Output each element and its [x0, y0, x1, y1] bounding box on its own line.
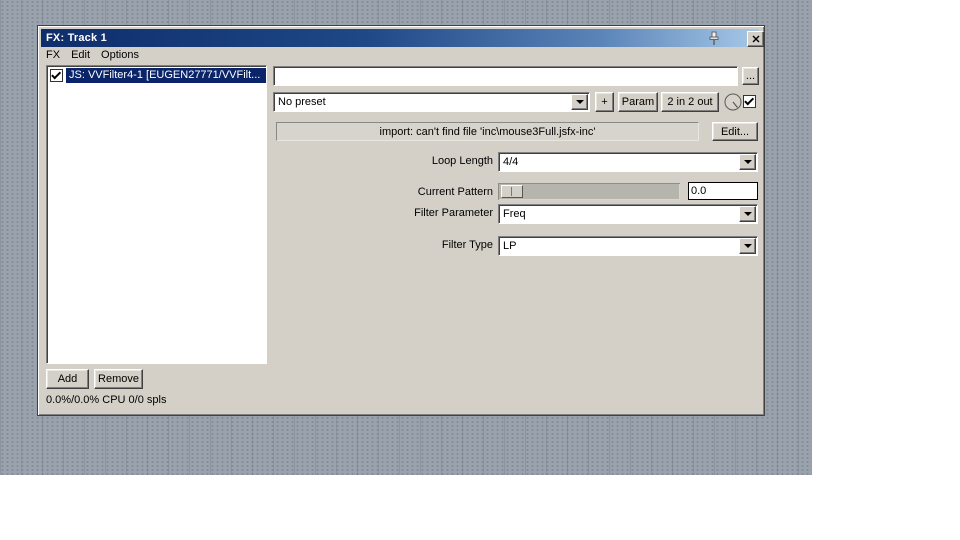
chevron-down-icon [575, 100, 584, 104]
import-error-field: import: can't find file 'inc\mouse3Full.… [276, 122, 699, 141]
fx-chain-window: FX: Track 1 FX Edit Options JS: VVFilter… [37, 25, 765, 416]
filter-parameter-dropdown-arrow[interactable] [739, 206, 756, 222]
loop-length-dropdown[interactable]: 4/4 [498, 152, 758, 172]
menu-bar: FX Edit Options [46, 47, 139, 63]
loop-length-label: Loop Length [431, 155, 493, 167]
window-title: FX: Track 1 [46, 32, 107, 44]
slider-thumb[interactable] [501, 185, 523, 198]
filter-parameter-dropdown[interactable]: Freq [498, 204, 758, 224]
edit-jsfx-button[interactable]: Edit... [712, 122, 758, 141]
preset-dropdown-arrow[interactable] [571, 94, 588, 110]
filter-type-label: Filter Type [441, 239, 493, 251]
param-button[interactable]: Param [618, 92, 658, 112]
fx-item-label: JS: VVFilter4-1 [EUGEN27771/VVFilt... [66, 68, 266, 83]
menu-options[interactable]: Options [101, 49, 139, 61]
menu-edit[interactable]: Edit [71, 49, 90, 61]
chevron-down-icon [743, 212, 752, 216]
current-pattern-value-input[interactable] [688, 182, 758, 200]
wet-dry-knob[interactable] [723, 92, 743, 112]
remove-fx-button[interactable]: Remove [94, 369, 143, 389]
fx-enabled-checkbox[interactable] [50, 69, 63, 82]
io-routing-button[interactable]: 2 in 2 out [661, 92, 719, 112]
fx-comment-input[interactable] [273, 66, 738, 86]
fx-active-checkbox[interactable] [743, 95, 756, 108]
close-icon [752, 35, 759, 43]
current-pattern-label: Current Pattern [417, 186, 493, 198]
cpu-status-text: 0.0%/0.0% CPU 0/0 spls [46, 394, 167, 406]
filter-parameter-value: Freq [503, 208, 526, 220]
pin-button[interactable] [705, 29, 723, 47]
fx-list[interactable]: JS: VVFilter4-1 [EUGEN27771/VVFilt... [46, 65, 267, 364]
more-options-button[interactable]: ... [742, 67, 759, 85]
pin-icon [709, 31, 719, 45]
filter-type-dropdown-arrow[interactable] [739, 238, 756, 254]
preset-plus-button[interactable]: + [595, 92, 614, 112]
fx-list-item[interactable]: JS: VVFilter4-1 [EUGEN27771/VVFilt... [48, 67, 266, 84]
knob-icon [724, 93, 742, 111]
preset-dropdown[interactable]: No preset [273, 92, 590, 112]
import-error-text: import: can't find file 'inc\mouse3Full.… [379, 125, 596, 138]
menu-fx[interactable]: FX [46, 49, 60, 61]
filter-type-dropdown[interactable]: LP [498, 236, 758, 256]
loop-length-dropdown-arrow[interactable] [739, 154, 756, 170]
window-titlebar[interactable]: FX: Track 1 [41, 29, 764, 47]
preset-value: No preset [278, 96, 326, 108]
add-fx-button[interactable]: Add [46, 369, 89, 389]
filter-parameter-label: Filter Parameter [414, 207, 493, 219]
checkmark-icon [51, 69, 62, 80]
chevron-down-icon [743, 160, 752, 164]
loop-length-value: 4/4 [503, 156, 519, 168]
checkmark-icon [744, 95, 755, 106]
chevron-down-icon [743, 244, 752, 248]
filter-type-value: LP [503, 240, 517, 252]
current-pattern-slider[interactable] [498, 183, 680, 200]
close-button[interactable] [747, 31, 764, 47]
